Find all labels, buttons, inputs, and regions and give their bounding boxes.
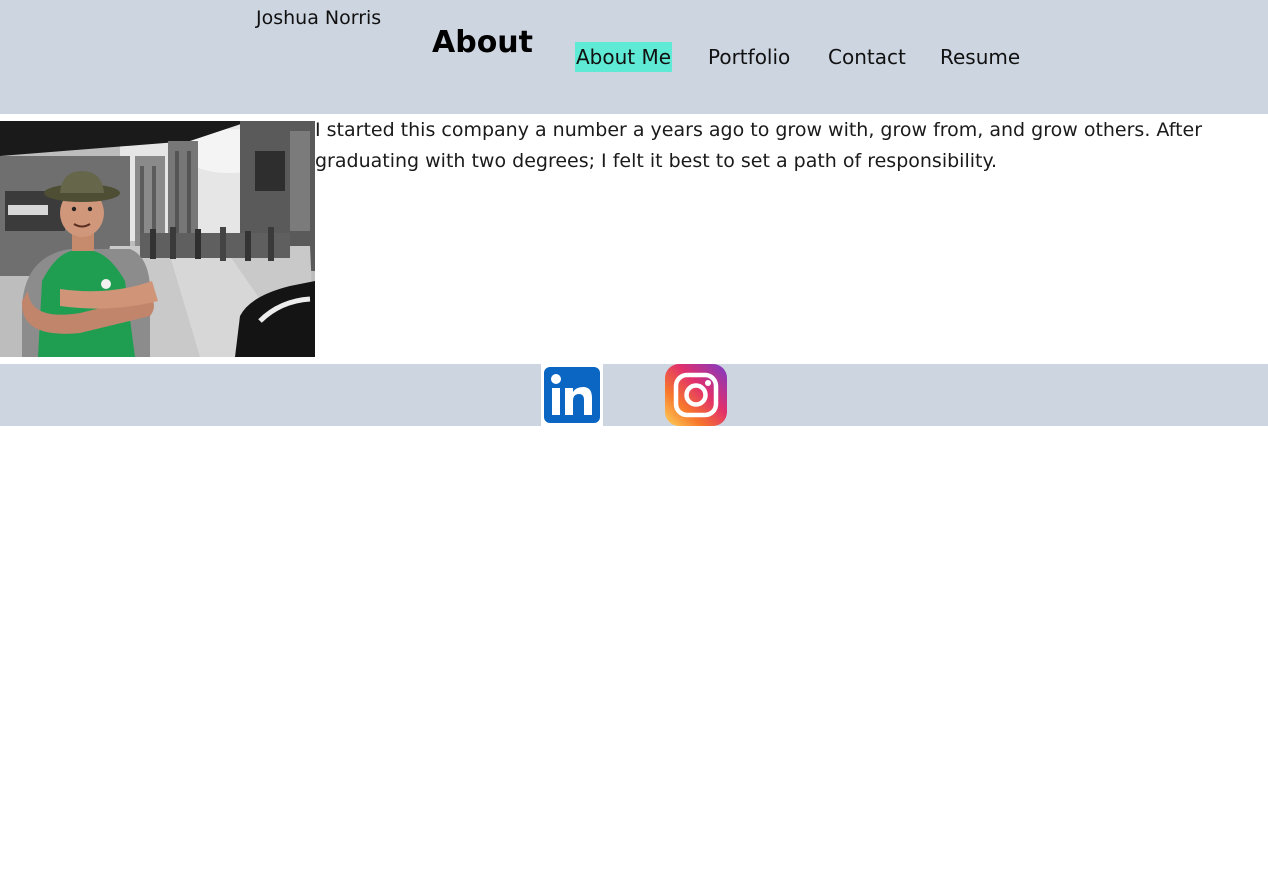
about-text: I started this company a number a years …: [315, 119, 1203, 172]
linkedin-icon: [541, 364, 603, 426]
instagram-link[interactable]: [665, 364, 727, 426]
nav-about-me[interactable]: About Me: [575, 42, 673, 72]
site-name: Joshua Norris: [256, 7, 382, 29]
about-section: I started this company a number a years …: [0, 119, 1268, 357]
profile-photo: [0, 121, 315, 357]
nav-resume[interactable]: Resume: [940, 42, 1020, 72]
linkedin-link[interactable]: [541, 364, 603, 426]
page-title: About: [432, 25, 534, 60]
site-header: Joshua Norris About About Me Portfolio C…: [0, 0, 1268, 114]
instagram-icon: [665, 364, 727, 426]
nav-portfolio[interactable]: Portfolio: [708, 42, 790, 72]
nav-contact[interactable]: Contact: [828, 42, 906, 72]
site-footer: [0, 364, 1268, 426]
